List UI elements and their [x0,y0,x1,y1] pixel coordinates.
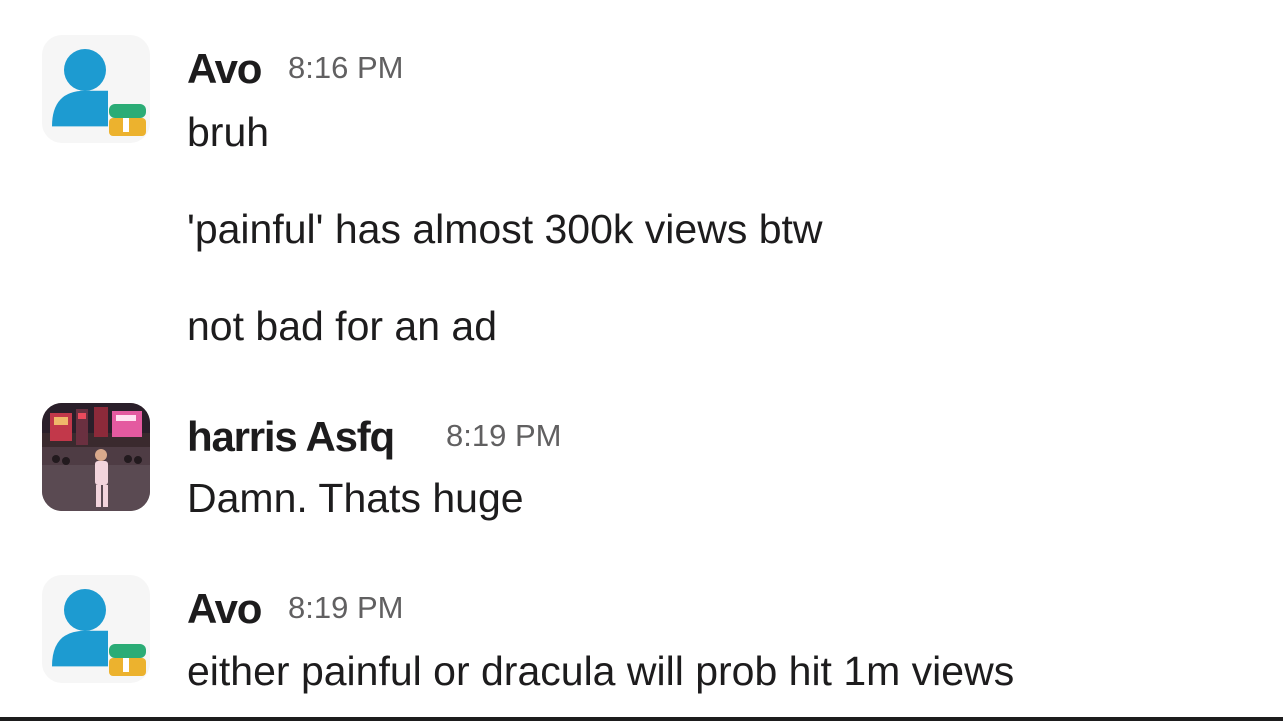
message-text: Damn. Thats huge [187,475,524,521]
message-timestamp[interactable]: 8:16 PM [288,52,403,83]
avatar[interactable] [42,35,150,143]
bottom-divider [0,717,1283,721]
message-timestamp[interactable]: 8:19 PM [288,592,403,623]
avatar[interactable] [42,575,150,683]
author-name[interactable]: Avo [187,48,262,90]
message-text: not bad for an ad [187,303,498,349]
avatar[interactable] [42,403,150,511]
message-timestamp[interactable]: 8:19 PM [446,420,561,451]
message-text: either painful or dracula will prob hit … [187,648,1015,694]
author-name[interactable]: harris Asfq [187,416,395,458]
author-name[interactable]: Avo [187,588,262,630]
photo-avatar [42,403,150,511]
message-text: 'painful' has almost 300k views btw [187,206,823,252]
message-text: bruh [187,109,270,155]
default-user-icon [52,49,146,136]
default-user-icon [52,589,146,676]
